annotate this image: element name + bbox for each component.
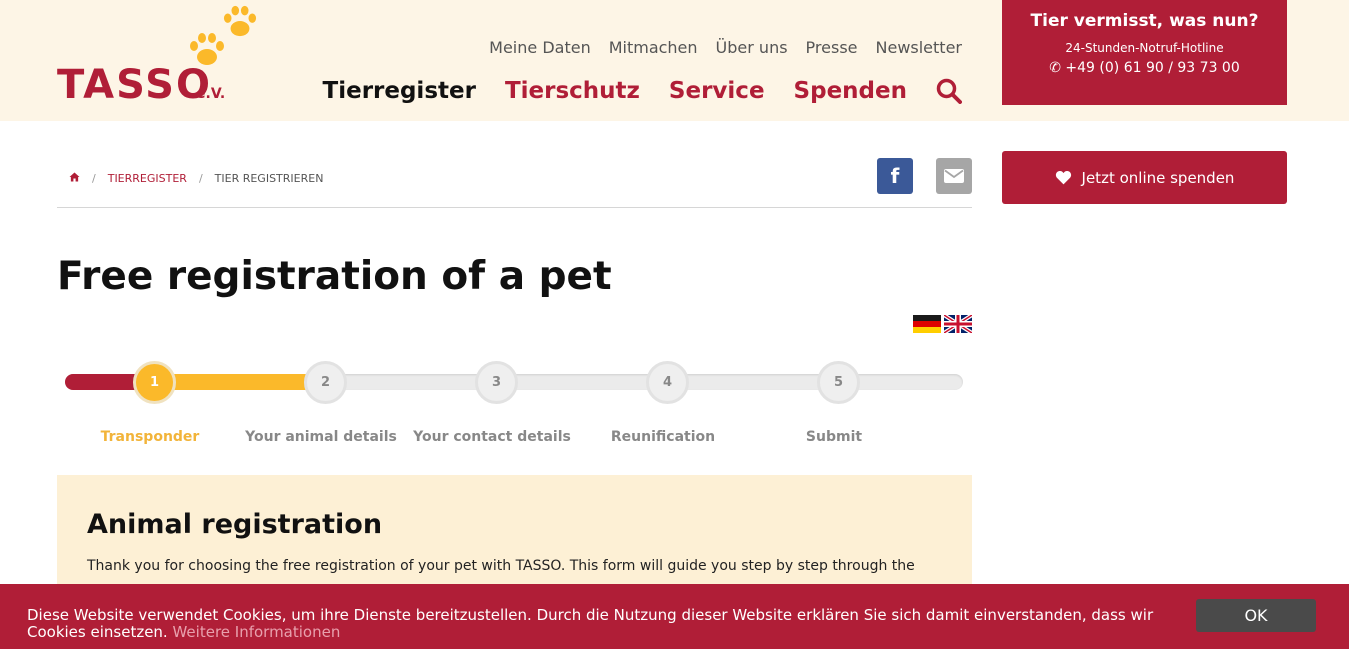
breadcrumb-separator: / — [92, 172, 96, 185]
cookie-text: Diese Website verwendet Cookies, um ihre… — [27, 607, 1177, 641]
page-title: Free registration of a pet — [57, 254, 612, 299]
flag-en-icon[interactable] — [942, 313, 974, 335]
nav-newsletter[interactable]: Newsletter — [876, 38, 963, 57]
search-icon[interactable] — [936, 78, 962, 104]
flag-de-icon[interactable] — [913, 315, 941, 333]
registration-text: Thank you for choosing the free registra… — [87, 558, 915, 574]
progress-fill — [150, 374, 325, 390]
facebook-icon: f — [890, 164, 900, 188]
logo-suffix: e.V. — [196, 86, 226, 102]
cookie-more-info-link[interactable]: Weitere Informationen — [172, 623, 340, 641]
nav-tierregister[interactable]: Tierregister — [323, 78, 476, 104]
mail-share-button[interactable] — [936, 158, 972, 194]
mail-icon — [944, 169, 964, 183]
donate-button[interactable]: Jetzt online spenden — [1002, 151, 1287, 204]
nav-service[interactable]: Service — [669, 78, 765, 104]
cookie-ok-button[interactable]: OK — [1196, 599, 1316, 632]
nav-presse[interactable]: Presse — [806, 38, 858, 57]
hotline-box[interactable]: Tier vermisst, was nun? 24-Stunden-Notru… — [1002, 0, 1287, 105]
step-2-circle[interactable]: 2 — [304, 361, 347, 404]
top-nav: Meine Daten Mitmachen Über uns Presse Ne… — [489, 38, 962, 57]
donate-label: Jetzt online spenden — [1081, 168, 1235, 187]
breadcrumb: / TIERREGISTER / TIER REGISTRIEREN — [69, 172, 323, 185]
registration-title: Animal registration — [87, 509, 383, 540]
paw-icon — [223, 5, 257, 37]
step-4-label[interactable]: Reunification — [578, 429, 748, 445]
hotline-phone-number: +49 (0) 61 90 / 93 73 00 — [1065, 60, 1240, 76]
nav-spenden[interactable]: Spenden — [794, 78, 907, 104]
step-1-circle[interactable]: 1 — [133, 361, 176, 404]
hotline-title: Tier vermisst, was nun? — [1030, 11, 1259, 31]
main-nav: Tierregister Tierschutz Service Spenden — [323, 78, 962, 104]
breadcrumb-separator: / — [198, 172, 203, 185]
nav-meine-daten[interactable]: Meine Daten — [489, 38, 591, 57]
nav-tierschutz[interactable]: Tierschutz — [505, 78, 640, 104]
breadcrumb-current: TIER REGISTRIEREN — [214, 172, 324, 185]
step-3-label[interactable]: Your contact details — [407, 429, 577, 445]
step-4-circle[interactable]: 4 — [646, 361, 689, 404]
nav-mitmachen[interactable]: Mitmachen — [609, 38, 698, 57]
step-5-label[interactable]: Submit — [749, 429, 919, 445]
step-3-circle[interactable]: 3 — [475, 361, 518, 404]
step-1-label[interactable]: Transponder — [65, 429, 235, 445]
nav-ueber-uns[interactable]: Über uns — [716, 38, 788, 57]
home-icon[interactable] — [69, 172, 80, 185]
logo-text: TASSO — [57, 62, 212, 108]
step-5-circle[interactable]: 5 — [817, 361, 860, 404]
divider — [57, 207, 972, 208]
hotline-subtitle: 24-Stunden-Notruf-Hotline — [1065, 41, 1224, 55]
heart-icon — [1055, 170, 1071, 185]
facebook-share-button[interactable]: f — [877, 158, 913, 194]
tasso-logo[interactable]: TASSO e.V. — [57, 0, 267, 110]
cookie-banner: Diese Website verwendet Cookies, um ihre… — [0, 584, 1349, 649]
hotline-phone[interactable]: ✆ +49 (0) 61 90 / 93 73 00 — [1002, 60, 1287, 76]
step-2-label[interactable]: Your animal details — [236, 429, 406, 445]
breadcrumb-tierregister[interactable]: TIERREGISTER — [108, 172, 187, 185]
phone-icon: ✆ — [1049, 60, 1066, 76]
